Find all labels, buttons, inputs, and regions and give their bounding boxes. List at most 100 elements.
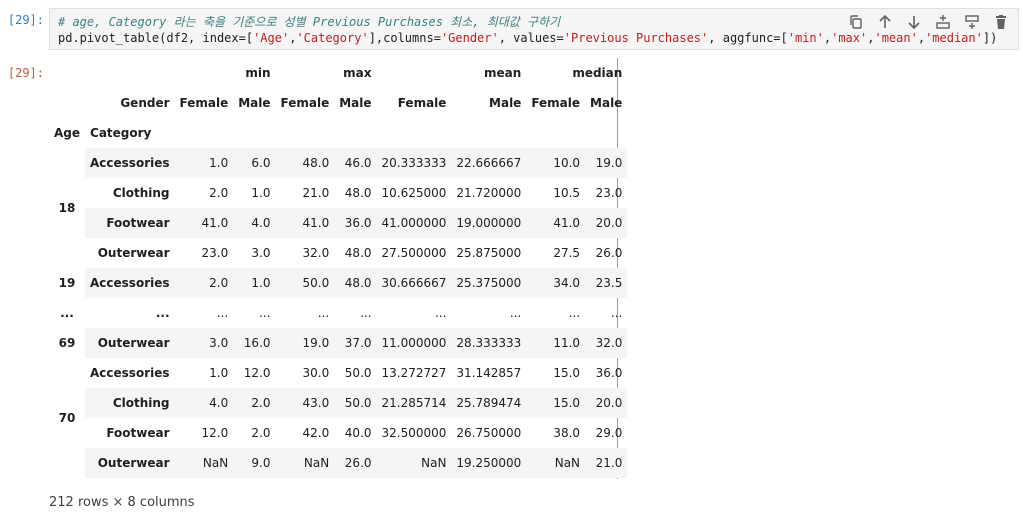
- move-down-icon[interactable]: [902, 12, 925, 32]
- table-cell: ...: [434, 306, 447, 320]
- table-cell: 3.0: [251, 246, 271, 260]
- table-cell: 13.272727: [381, 366, 447, 380]
- table-cell: 31.142857: [456, 366, 522, 380]
- gender-header: Male: [238, 96, 271, 110]
- table-cell: 48.0: [344, 276, 372, 290]
- row-category: Footwear: [106, 216, 170, 230]
- table-cell: 46.0: [344, 156, 372, 170]
- index-names-row: Age Category: [49, 118, 627, 148]
- table-cell: ...: [568, 306, 581, 320]
- index-name-age: Age: [54, 126, 81, 140]
- table-cell: 15.0: [553, 396, 581, 410]
- table-cell: ...: [509, 306, 522, 320]
- insert-above-icon[interactable]: [931, 12, 954, 32]
- row-age: ...: [49, 298, 86, 328]
- table-cell: 10.625000: [381, 186, 447, 200]
- table-cell: 21.0: [595, 456, 623, 470]
- copy-icon[interactable]: [844, 12, 867, 32]
- table-cell: 40.0: [344, 426, 372, 440]
- table-cell: 28.333333: [456, 336, 522, 350]
- table-cell: 38.0: [553, 426, 581, 440]
- table-row: Outerwear NaN 9.0 NaN 26.0 NaN 19.250000 NaN 21.…: [49, 448, 628, 478]
- table-cell: 32.500000: [381, 426, 447, 440]
- table-cell: 21.0: [302, 186, 330, 200]
- table-row: Footwear 41.0 4.0 41.0 36.0 41.000000 19.00000…: [49, 208, 628, 238]
- move-up-icon[interactable]: [873, 12, 896, 32]
- table-cell: 37.0: [344, 336, 372, 350]
- table-row: Outerwear 23.0 3.0 32.0 48.0 27.500000 25.8750…: [49, 238, 627, 268]
- table-cell: 22.666667: [456, 156, 522, 170]
- table-cell: 25.875000: [456, 246, 522, 260]
- row-age: 19: [49, 268, 86, 298]
- table-cell: 2.0: [251, 426, 271, 440]
- table-cell: 29.0: [595, 426, 623, 440]
- table-cell: 41.0: [302, 216, 330, 230]
- table-cell: 12.0: [201, 426, 229, 440]
- table-row: 70 Accessories 1.0 12.0 30.0 50.0 13.272727 31.…: [49, 358, 627, 478]
- row-category: Outerwear: [97, 456, 170, 470]
- table-row: 19 Accessories 2.0 1.0 50.0 48.0 30.666667 25.3…: [49, 268, 628, 298]
- row-category: Clothing: [112, 186, 170, 200]
- table-cell: 15.0: [553, 366, 581, 380]
- table-cell: 20.0: [595, 396, 623, 410]
- index-name-category: Category: [90, 126, 152, 140]
- table-cell: 1.0: [251, 276, 271, 290]
- row-category: Accessories: [90, 366, 170, 380]
- table-cell: 41.0: [553, 216, 581, 230]
- table-cell: ...: [259, 306, 271, 320]
- table-cell: 6.0: [251, 156, 271, 170]
- table-cell: 26.750000: [456, 426, 522, 440]
- table-cell: 36.0: [344, 216, 372, 230]
- gender-header: Female: [280, 96, 330, 110]
- row-category: Outerwear: [97, 246, 170, 260]
- delete-icon[interactable]: [989, 12, 1012, 32]
- agg-header-row: min max mean median: [49, 58, 627, 88]
- table-cell: ...: [360, 306, 372, 320]
- table-cell: 41.000000: [381, 216, 447, 230]
- table-cell: 25.375000: [456, 276, 522, 290]
- columns-name: Gender: [120, 96, 170, 110]
- table-cell: NaN: [202, 456, 229, 470]
- table-cell: NaN: [554, 456, 581, 470]
- table-cell: 48.0: [344, 186, 372, 200]
- table-cell: 41.0: [201, 216, 229, 230]
- agg-header-mean: mean: [484, 66, 522, 80]
- gender-header: Male: [339, 96, 372, 110]
- table-cell: 11.000000: [381, 336, 447, 350]
- table-cell: 23.0: [595, 186, 623, 200]
- table-cell: NaN: [303, 456, 330, 470]
- table-cell: 1.0: [251, 186, 271, 200]
- table-cell: 23.0: [201, 246, 229, 260]
- row-age: 18: [49, 148, 86, 268]
- table-cell: 34.0: [553, 276, 581, 290]
- table-cell: 9.0: [251, 456, 271, 470]
- table-cell: 48.0: [344, 246, 372, 260]
- agg-header-min: min: [245, 66, 271, 80]
- table-shape-footer: 212 rows × 8 columns: [49, 495, 195, 510]
- table-cell: 1.0: [209, 366, 229, 380]
- table-cell: ...: [317, 306, 330, 320]
- row-age: 70: [49, 358, 86, 478]
- table-cell: ...: [216, 306, 229, 320]
- table-cell: 20.333333: [381, 156, 447, 170]
- table-cell: 23.5: [595, 276, 623, 290]
- table-cell: 27.5: [553, 246, 581, 260]
- table-cell: 50.0: [344, 366, 372, 380]
- table-cell: 2.0: [209, 276, 229, 290]
- table-row: 69 Outerwear 3.0 16.0 19.0 37.0 11.000000 28.33…: [49, 328, 628, 358]
- code-cell[interactable]: # age, Category 라는 축을 기준으로 성별 Previous P…: [49, 8, 1019, 50]
- table-cell: 26.0: [595, 246, 623, 260]
- table-cell: 16.0: [243, 336, 271, 350]
- table-cell: 10.5: [553, 186, 581, 200]
- insert-below-icon[interactable]: [960, 12, 983, 32]
- table-row: Clothing 2.0 1.0 21.0 48.0 10.625000 21.720000…: [49, 178, 627, 208]
- table-cell: 19.0: [302, 336, 330, 350]
- table-cell: 2.0: [251, 396, 271, 410]
- table-cell: 2.0: [209, 186, 229, 200]
- table-cell: 3.0: [209, 336, 229, 350]
- table-cell: 27.500000: [381, 246, 447, 260]
- table-cell: ...: [610, 306, 623, 320]
- table-cell: 1.0: [209, 156, 229, 170]
- row-category: Clothing: [112, 396, 170, 410]
- table-cell: 26.0: [344, 456, 372, 470]
